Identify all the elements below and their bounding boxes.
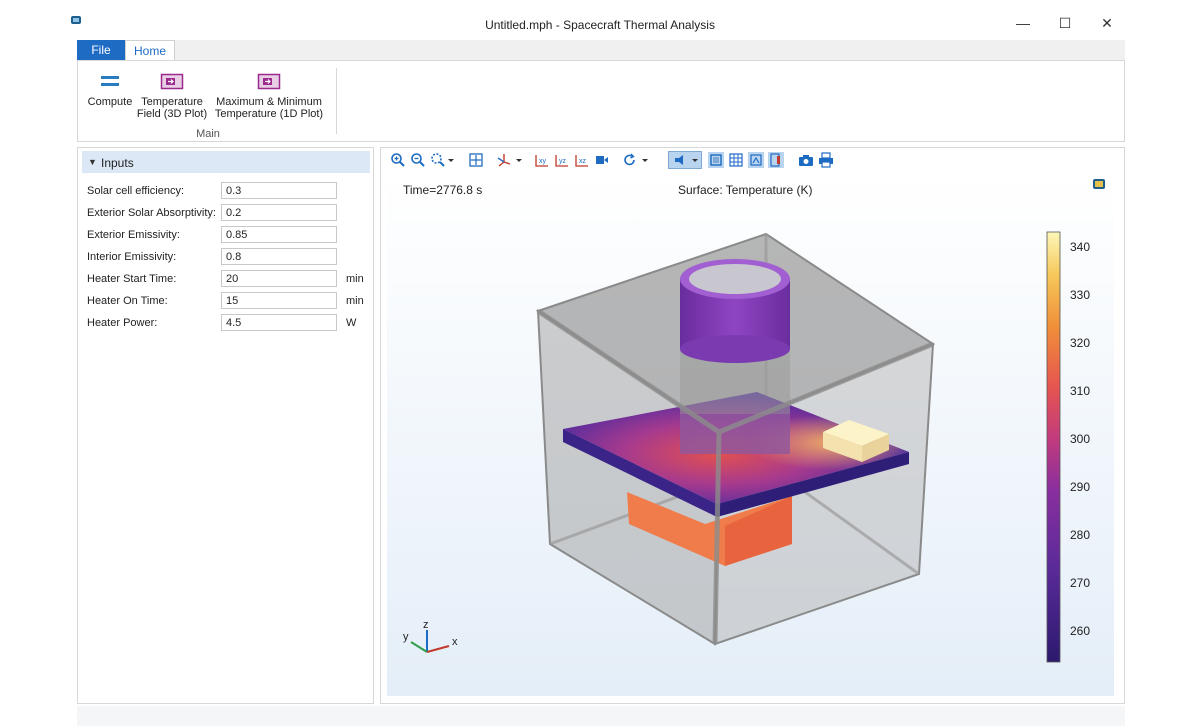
axis-triad	[410, 630, 450, 653]
colorbar	[1046, 231, 1061, 663]
zoom-in-icon[interactable]	[390, 152, 406, 168]
colorbar-tick-label: 310	[1070, 384, 1091, 398]
view-axis-icon[interactable]	[496, 152, 512, 168]
minimize-button[interactable]: —	[1008, 10, 1038, 36]
solar-cell-efficiency-input[interactable]	[221, 182, 337, 199]
svg-text:yz: yz	[559, 158, 567, 165]
exterior-solar-absorptivity-input[interactable]	[221, 204, 337, 221]
colorbar-tick-label: 290	[1070, 480, 1091, 494]
plot-1d-icon	[257, 73, 281, 90]
solar-cell-efficiency-label: Solar cell efficiency:	[87, 185, 185, 197]
axis-x-label: x	[452, 636, 458, 648]
heater-on-time-input[interactable]	[221, 292, 337, 309]
view-dropdown-chevron-icon[interactable]	[514, 152, 524, 168]
compute-icon	[101, 76, 119, 86]
colorbar-tick-label: 330	[1070, 288, 1091, 302]
rotate-dropdown-chevron-icon[interactable]	[640, 152, 650, 168]
axis-y-label: y	[403, 631, 409, 643]
axis-z-label: z	[423, 619, 429, 631]
plot-3d-icon	[160, 73, 184, 90]
heater-start-time-input[interactable]	[221, 270, 337, 287]
zoom-dropdown-chevron-icon[interactable]	[446, 152, 456, 168]
view-yz-icon[interactable]: yz	[554, 152, 570, 168]
colorbar-tick-label: 300	[1070, 432, 1091, 446]
ribbon-tab-bar: File Home	[77, 40, 1125, 60]
inputs-section-title: Inputs	[101, 156, 134, 170]
colorbar-tick-label: 270	[1070, 576, 1091, 590]
go-to-view-icon[interactable]	[594, 152, 610, 168]
colorbar-tick-label: 280	[1070, 528, 1091, 542]
status-strip	[77, 706, 1125, 726]
exterior-solar-absorptivity-label: Exterior Solar Absorptivity:	[87, 207, 216, 219]
max-min-temperature-button[interactable]: Maximum & Minimum Temperature (1D Plot)	[210, 72, 328, 120]
heater-power-input[interactable]	[221, 314, 337, 331]
color-legend-icon[interactable]	[768, 152, 784, 168]
heater-start-time-label: Heater Start Time:	[87, 273, 177, 285]
temperature-field-3d-button[interactable]: Temperature Field (3D Plot)	[136, 72, 208, 120]
compute-label: Compute	[87, 96, 133, 108]
print-icon[interactable]	[818, 152, 834, 168]
zoom-out-icon[interactable]	[410, 152, 426, 168]
max-min-label-1: Maximum & Minimum	[216, 96, 322, 108]
temperature-field-label-1: Temperature	[141, 96, 203, 108]
transparency-icon[interactable]	[708, 152, 724, 168]
grid-icon[interactable]	[728, 152, 744, 168]
zoom-extents-icon[interactable]	[468, 152, 484, 168]
exterior-emissivity-label: Exterior Emissivity:	[87, 229, 180, 241]
heater-on-time-unit: min	[346, 295, 364, 307]
max-min-label-2: Temperature (1D Plot)	[214, 108, 324, 120]
svg-text:xy: xy	[539, 158, 547, 165]
temperature-field-label-2: Field (3D Plot)	[136, 108, 208, 120]
ribbon-group-label: Main	[196, 128, 220, 140]
heater-power-label: Heater Power:	[87, 317, 158, 329]
tab-file[interactable]: File	[77, 40, 125, 60]
view-xy-icon[interactable]: xy	[534, 152, 550, 168]
heater-power-unit: W	[346, 317, 357, 329]
camera-icon[interactable]	[798, 152, 814, 168]
3d-scene[interactable]	[387, 174, 1114, 696]
ribbon-group-divider	[336, 68, 337, 134]
exterior-emissivity-input[interactable]	[221, 226, 337, 243]
interior-emissivity-input[interactable]	[221, 248, 337, 265]
select-dropdown-chevron-icon[interactable]	[690, 152, 700, 168]
graphics-toolbar: xy yz xz	[386, 150, 1120, 172]
colorbar-tick-label: 260	[1070, 624, 1091, 638]
colorbar-tick-label: 320	[1070, 336, 1091, 350]
collapse-triangle-icon[interactable]: ▼	[88, 157, 97, 167]
compute-button[interactable]: Compute	[84, 72, 136, 108]
tab-home[interactable]: Home	[125, 40, 175, 60]
colorbar-tick-label: 340	[1070, 240, 1091, 254]
heater-start-time-unit: min	[346, 273, 364, 285]
heater-on-time-label: Heater On Time:	[87, 295, 168, 307]
axis-orientation-icon[interactable]	[748, 152, 764, 168]
svg-text:xz: xz	[579, 158, 587, 165]
close-button[interactable]: ✕	[1092, 10, 1122, 36]
interior-emissivity-label: Interior Emissivity:	[87, 251, 177, 263]
view-xz-icon[interactable]: xz	[574, 152, 590, 168]
select-domain-icon	[675, 155, 683, 165]
zoom-box-icon[interactable]	[430, 152, 446, 168]
rotate-icon[interactable]	[622, 152, 638, 168]
maximize-button[interactable]: ☐	[1050, 10, 1080, 36]
